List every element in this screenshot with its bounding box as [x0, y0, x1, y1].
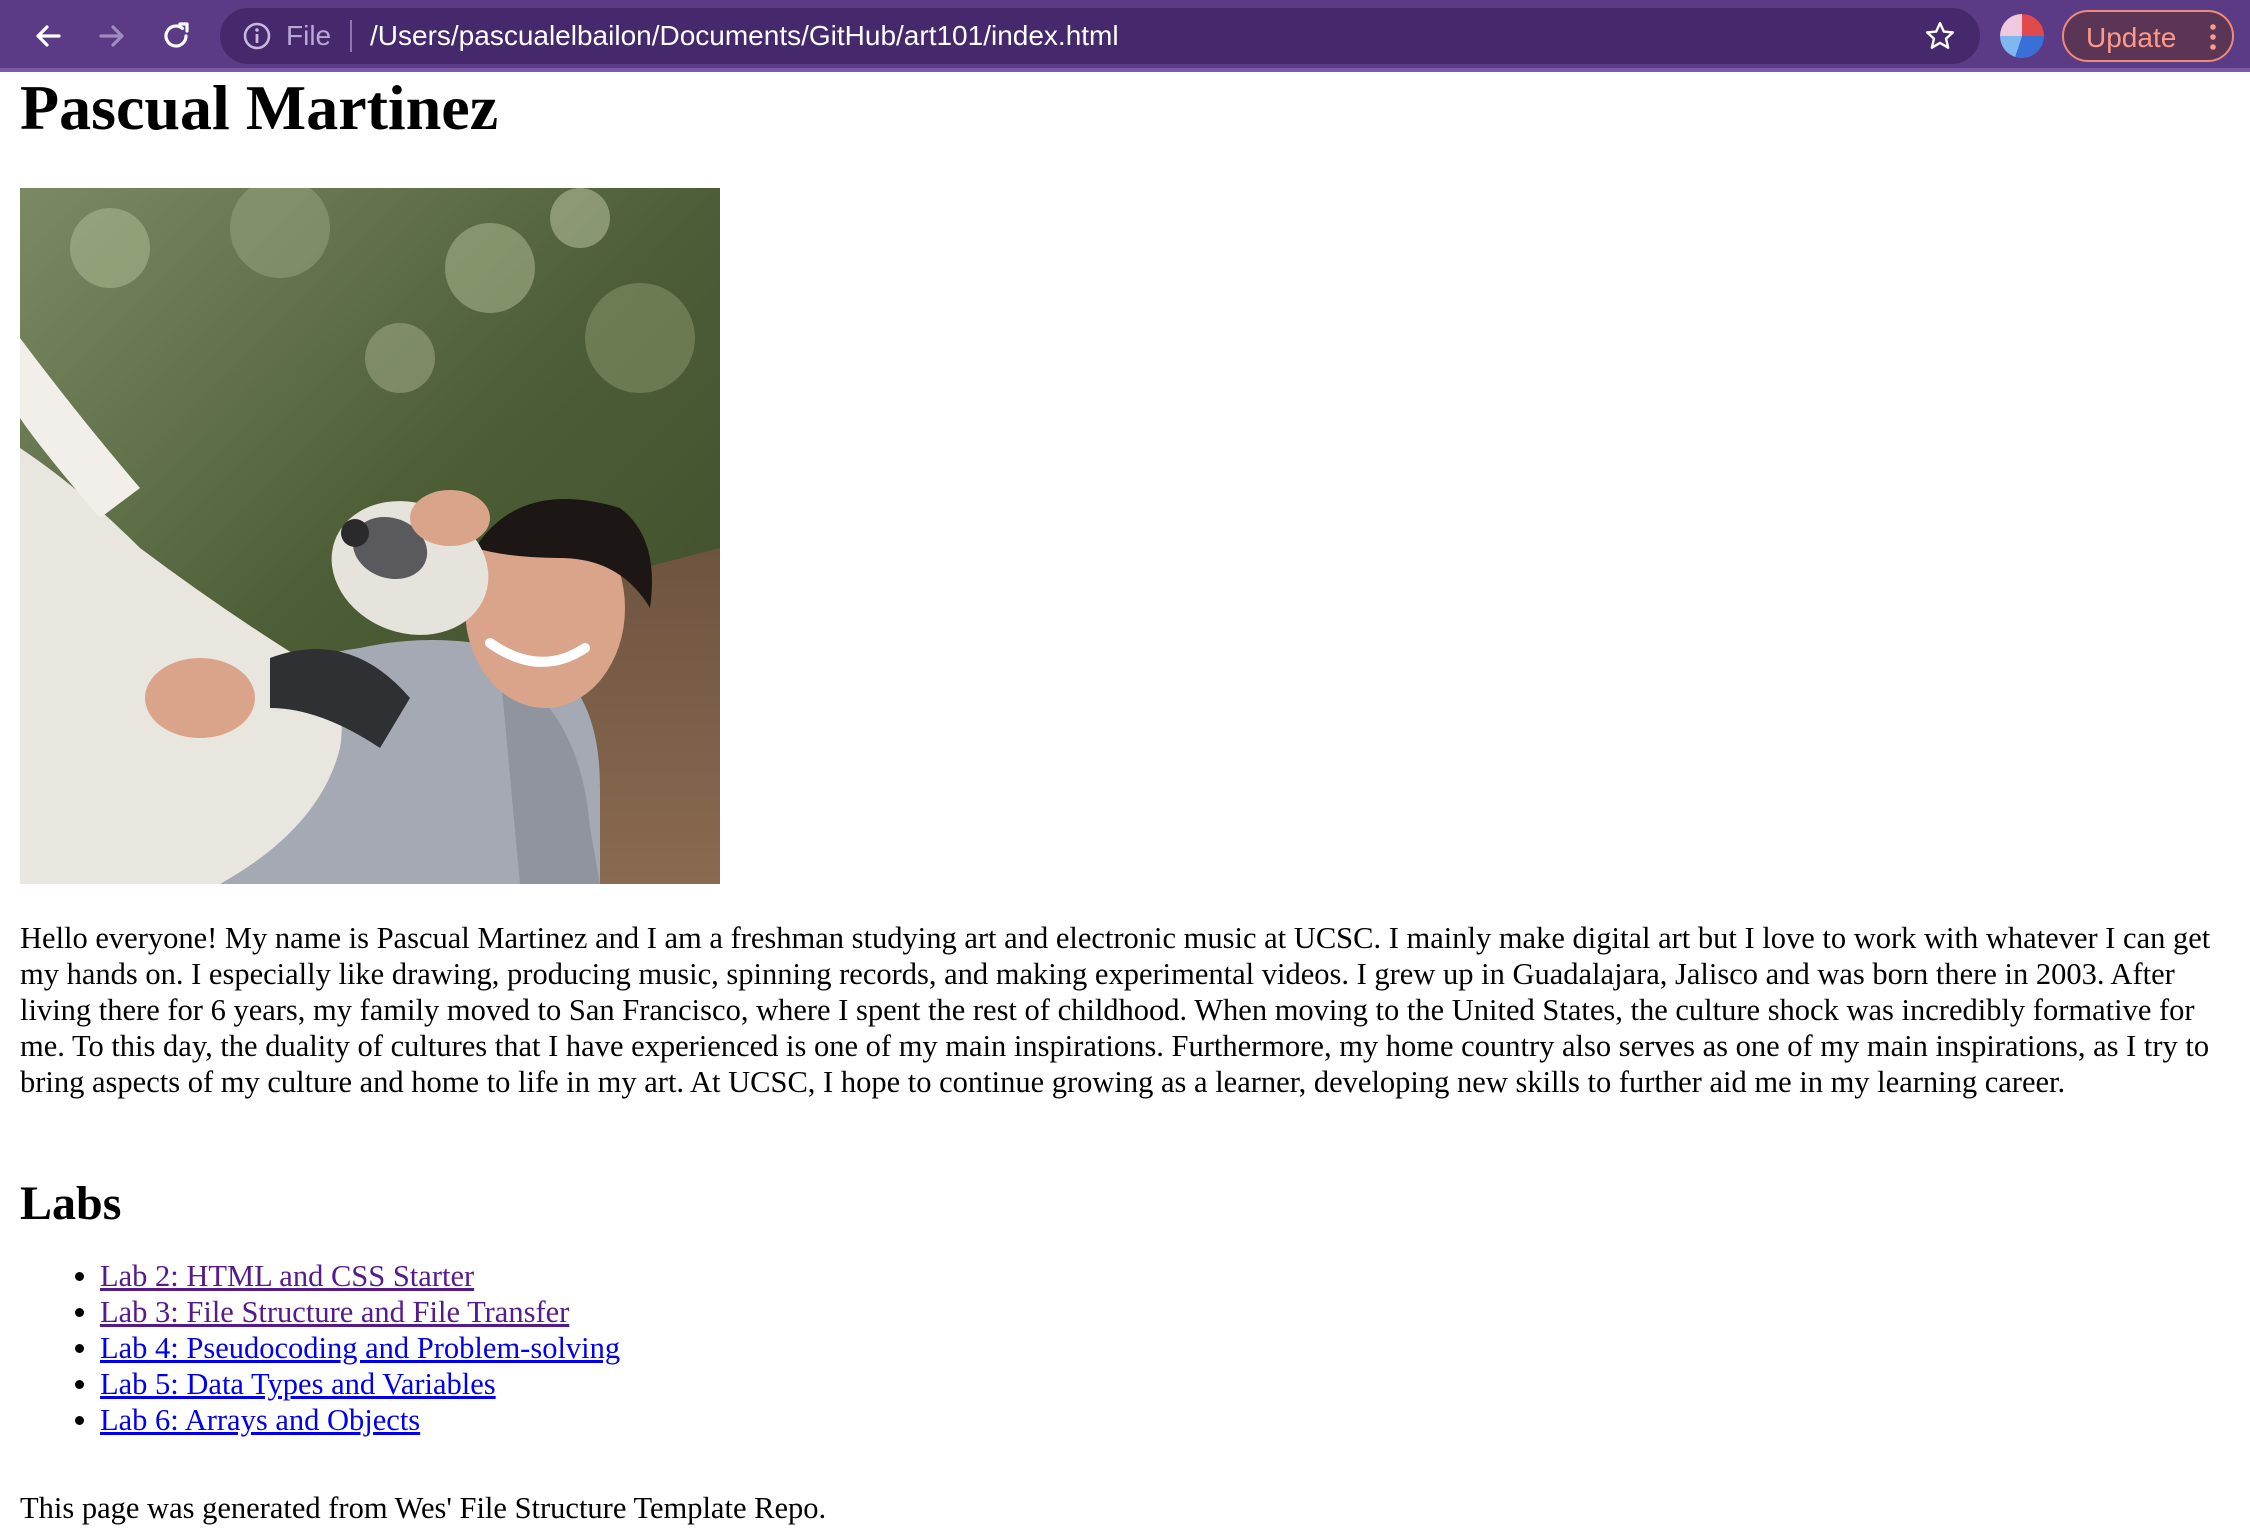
labs-list: Lab 2: HTML and CSS Starter Lab 3: File … [20, 1258, 620, 1438]
update-label: Update [2086, 22, 2177, 53]
star-icon[interactable] [1924, 20, 1956, 52]
photo-illustration [20, 188, 720, 884]
list-item: Lab 6: Arrays and Objects [100, 1402, 620, 1438]
profile-avatar[interactable] [2000, 14, 2044, 58]
browser-toolbar: File /Users/pascualelbailon/Documents/Gi… [0, 0, 2250, 72]
lab-4-link[interactable]: Lab 4: Pseudocoding and Problem-solving [100, 1331, 620, 1365]
forward-arrow-icon [99, 25, 124, 47]
url-text[interactable]: /Users/pascualelbailon/Documents/GitHub/… [370, 20, 1119, 52]
lab-3-link[interactable]: Lab 3: File Structure and File Transfer [100, 1295, 569, 1329]
menu-dots-icon[interactable] [2208, 22, 2218, 52]
list-item: Lab 4: Pseudocoding and Problem-solving [100, 1330, 620, 1366]
back-button[interactable] [26, 14, 70, 58]
info-icon[interactable] [242, 21, 272, 51]
list-item: Lab 3: File Structure and File Transfer [100, 1294, 620, 1330]
page-title: Pascual Martinez [20, 72, 499, 143]
list-item: Lab 2: HTML and CSS Starter [100, 1258, 620, 1294]
profile-photo [20, 188, 720, 884]
bio-paragraph: Hello everyone! My name is Pascual Marti… [20, 921, 2211, 1099]
back-arrow-icon [36, 25, 61, 47]
forward-button[interactable] [90, 14, 134, 58]
lab-6-link[interactable]: Lab 6: Arrays and Objects [100, 1403, 420, 1437]
address-bar[interactable]: File /Users/pascualelbailon/Documents/Gi… [220, 8, 1980, 64]
labs-heading: Labs [20, 1177, 122, 1230]
reload-button[interactable] [154, 14, 198, 58]
list-item: Lab 5: Data Types and Variables [100, 1366, 620, 1402]
lab-2-link[interactable]: Lab 2: HTML and CSS Starter [100, 1259, 474, 1293]
update-button[interactable]: Update [2062, 10, 2234, 62]
lab-5-link[interactable]: Lab 5: Data Types and Variables [100, 1367, 496, 1401]
reload-icon [164, 22, 189, 48]
url-scheme-label: File [286, 20, 332, 51]
footer-text: This page was generated from Wes' File S… [20, 1491, 827, 1525]
url-separator [350, 20, 352, 52]
